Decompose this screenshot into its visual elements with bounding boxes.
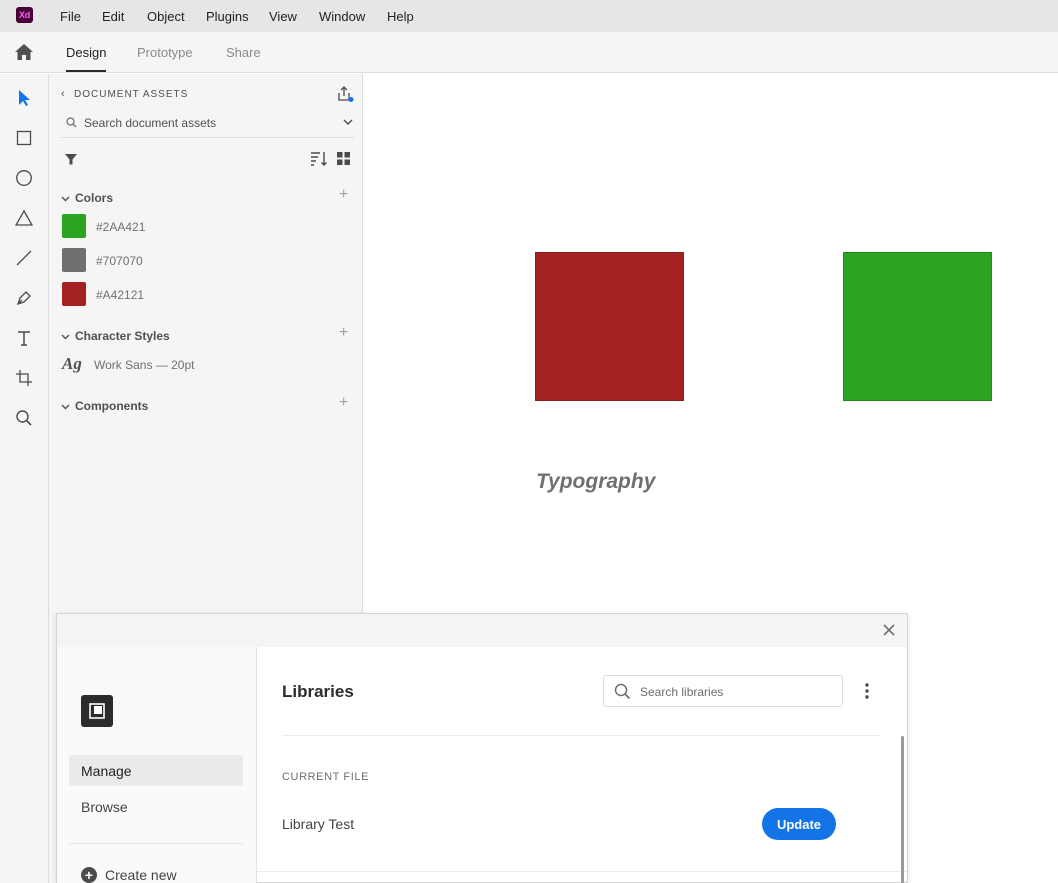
tab-design[interactable]: Design xyxy=(66,45,106,60)
tool-bar xyxy=(0,74,49,883)
components-section-header[interactable]: Components xyxy=(61,399,148,413)
color-swatch-label: #A42121 xyxy=(96,288,145,302)
libraries-search-input[interactable]: Search libraries xyxy=(640,685,723,699)
menu-file[interactable]: File xyxy=(60,9,81,24)
back-chevron-icon[interactable]: ‹ xyxy=(61,88,65,100)
search-icon xyxy=(614,683,631,700)
components-section-label: Components xyxy=(75,399,149,413)
create-new-button[interactable]: + Create new xyxy=(81,867,177,883)
libraries-dialog: Manage Browse + Create new Libraries Sea… xyxy=(56,613,908,883)
colors-section-header[interactable]: Colors xyxy=(61,191,113,205)
tab-prototype[interactable]: Prototype xyxy=(137,45,193,60)
dialog-titlebar xyxy=(57,614,907,647)
rectangle-icon[interactable] xyxy=(14,128,34,148)
scrollbar[interactable] xyxy=(901,736,904,883)
select-icon[interactable] xyxy=(14,88,34,108)
grid-view-icon[interactable] xyxy=(337,152,350,165)
chevron-down-icon xyxy=(61,334,70,339)
assets-search[interactable]: Search document assets xyxy=(61,110,354,138)
menu-object[interactable]: Object xyxy=(147,9,185,24)
panel-title: DOCUMENT ASSETS xyxy=(74,89,189,100)
create-new-label: Create new xyxy=(105,867,177,883)
search-icon xyxy=(66,117,77,128)
color-swatch-label: #707070 xyxy=(96,254,143,268)
libraries-logo-icon xyxy=(81,695,113,727)
menu-plugins[interactable]: Plugins xyxy=(206,9,249,24)
more-options-icon[interactable] xyxy=(862,682,872,700)
text-icon[interactable] xyxy=(14,328,34,348)
plus-circle-icon: + xyxy=(81,867,97,883)
nav-manage[interactable]: Manage xyxy=(69,755,243,786)
color-swatch-label: #2AA421 xyxy=(96,220,146,234)
home-icon[interactable] xyxy=(14,43,34,61)
chevron-down-icon xyxy=(61,404,70,409)
sort-icon[interactable] xyxy=(310,151,328,167)
filter-icon[interactable] xyxy=(64,152,78,166)
tab-share[interactable]: Share xyxy=(226,45,261,60)
artboard-icon[interactable] xyxy=(14,368,34,388)
menu-edit[interactable]: Edit xyxy=(102,9,124,24)
menu-help[interactable]: Help xyxy=(387,9,414,24)
color-swatch-gray[interactable] xyxy=(62,248,86,272)
share-assets-icon[interactable] xyxy=(336,85,354,103)
libraries-title: Libraries xyxy=(282,682,354,701)
add-character-style-button[interactable]: + xyxy=(339,324,348,342)
header-divider xyxy=(282,735,880,736)
menu-view[interactable]: View xyxy=(269,9,297,24)
add-component-button[interactable]: + xyxy=(339,394,348,412)
character-style-preview[interactable]: Ag xyxy=(62,354,82,374)
active-tab-underline xyxy=(66,70,106,72)
chevron-down-icon xyxy=(61,196,70,201)
chevron-down-icon[interactable] xyxy=(342,116,354,128)
ellipse-icon[interactable] xyxy=(14,168,34,188)
colors-section-label: Colors xyxy=(75,191,114,205)
sidebar-divider xyxy=(69,843,243,844)
libraries-sidebar: Manage Browse + Create new xyxy=(57,647,257,883)
close-icon[interactable] xyxy=(883,624,895,636)
color-swatch-red[interactable] xyxy=(62,282,86,306)
line-icon[interactable] xyxy=(14,248,34,268)
search-input[interactable]: Search document assets xyxy=(84,116,216,130)
character-styles-section-label: Character Styles xyxy=(75,329,170,343)
character-style-label: Work Sans — 20pt xyxy=(94,358,195,372)
libraries-search[interactable]: Search libraries xyxy=(603,675,843,707)
menu-window[interactable]: Window xyxy=(319,9,365,24)
zoom-icon[interactable] xyxy=(14,408,34,428)
pen-icon[interactable] xyxy=(14,288,34,308)
xd-logo: Xd xyxy=(16,7,33,23)
row-divider xyxy=(257,871,907,872)
update-button[interactable]: Update xyxy=(762,808,836,840)
character-styles-section-header[interactable]: Character Styles xyxy=(61,329,170,343)
color-swatch-green[interactable] xyxy=(62,214,86,238)
current-file-label: CURRENT FILE xyxy=(282,771,370,783)
typography-text[interactable]: Typography xyxy=(536,470,655,494)
menu-bar: Xd File Edit Object Plugins View Window … xyxy=(0,0,1058,32)
mode-bar: Design Prototype Share xyxy=(0,32,1058,73)
add-color-button[interactable]: + xyxy=(339,186,348,204)
nav-browse[interactable]: Browse xyxy=(69,791,243,822)
green-square[interactable] xyxy=(843,252,992,401)
library-name: Library Test xyxy=(282,816,355,832)
red-square[interactable] xyxy=(535,252,684,401)
polygon-icon[interactable] xyxy=(14,208,34,228)
